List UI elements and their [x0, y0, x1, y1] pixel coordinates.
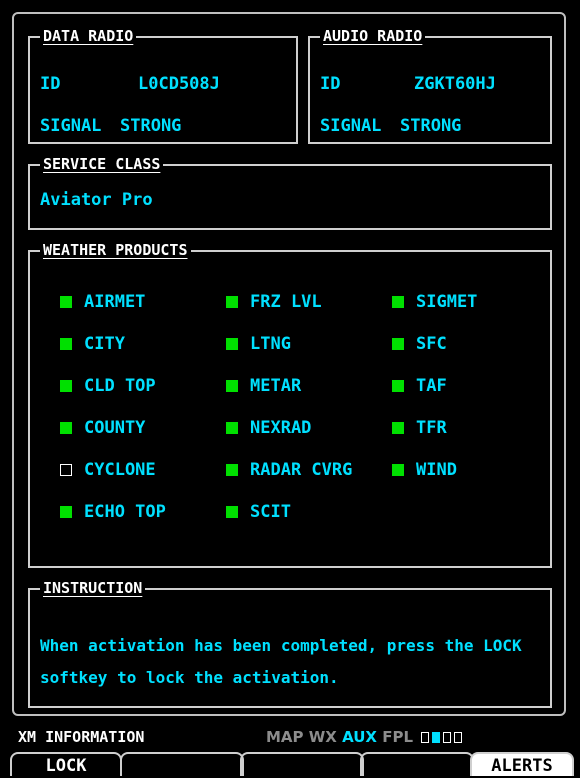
page-name: XM INFORMATION	[18, 728, 145, 746]
instruction-panel: INSTRUCTION When activation has been com…	[28, 578, 552, 708]
weather-product-item[interactable]: AIRMET	[60, 292, 145, 312]
audio-radio-id-label: ID	[320, 74, 341, 94]
weather-product-label: SFC	[416, 334, 447, 354]
service-class-value: Aviator Pro	[40, 190, 153, 210]
checked-box-icon	[60, 380, 72, 392]
weather-product-label: SCIT	[250, 502, 291, 522]
page-group-wx: WX	[308, 728, 343, 746]
checked-box-icon	[60, 338, 72, 350]
weather-product-label: COUNTY	[84, 418, 146, 438]
page-group-map: MAP	[266, 728, 309, 746]
audio-radio-title: AUDIO RADIO	[320, 26, 426, 46]
weather-product-label: TFR	[416, 418, 447, 438]
softkey-blank[interactable]	[360, 752, 474, 776]
page-group-fpl: FPL	[382, 728, 419, 746]
weather-product-item[interactable]: COUNTY	[60, 418, 145, 438]
data-radio-signal-label: SIGNAL	[40, 116, 102, 136]
weather-product-item[interactable]: FRZ LVL	[226, 292, 322, 312]
softkey-alerts[interactable]: ALERTS	[470, 752, 574, 776]
audio-radio-signal-label: SIGNAL	[320, 116, 382, 136]
weather-product-item[interactable]: NEXRAD	[226, 418, 311, 438]
checked-box-icon	[226, 506, 238, 518]
softkey-bar: LOCK ALERTS	[0, 752, 580, 776]
weather-product-item[interactable]: CITY	[60, 334, 125, 354]
page-group-indicator: MAP WX AUX FPL	[266, 728, 463, 746]
weather-product-item[interactable]: CYCLONE	[60, 460, 156, 480]
weather-product-item[interactable]: TFR	[392, 418, 447, 438]
page-indicator-box	[432, 732, 441, 743]
checked-box-icon	[392, 338, 404, 350]
checked-box-icon	[392, 380, 404, 392]
weather-product-item[interactable]: ECHO TOP	[60, 502, 166, 522]
checked-box-icon	[226, 422, 238, 434]
weather-product-item[interactable]: CLD TOP	[60, 376, 156, 396]
weather-product-item[interactable]: RADAR CVRG	[226, 460, 352, 480]
weather-product-label: AIRMET	[84, 292, 146, 312]
audio-radio-signal-value: STRONG	[400, 116, 462, 136]
checked-box-icon	[226, 464, 238, 476]
status-bar: XM INFORMATION MAP WX AUX FPL	[0, 726, 580, 750]
checked-box-icon	[226, 338, 238, 350]
softkey-blank[interactable]	[240, 752, 364, 776]
service-class-title: SERVICE CLASS	[40, 154, 164, 174]
instruction-text: When activation has been completed, pres…	[40, 636, 522, 687]
checked-box-icon	[60, 422, 72, 434]
data-radio-id-label: ID	[40, 74, 61, 94]
weather-product-label: RADAR CVRG	[250, 460, 353, 480]
weather-product-item[interactable]: METAR	[226, 376, 301, 396]
data-radio-panel: DATA RADIO ID L0CD508J SIGNAL STRONG	[28, 26, 298, 144]
page-indicator-box	[443, 732, 452, 743]
softkey-blank[interactable]	[120, 752, 244, 776]
weather-product-item[interactable]: LTNG	[226, 334, 291, 354]
weather-product-item[interactable]: WIND	[392, 460, 457, 480]
page-group-aux: AUX	[342, 728, 383, 746]
weather-product-label: FRZ LVL	[250, 292, 322, 312]
audio-radio-id-value: ZGKT60HJ	[414, 74, 496, 94]
data-radio-id-value: L0CD508J	[138, 74, 220, 94]
checked-box-icon	[60, 506, 72, 518]
weather-product-label: WIND	[416, 460, 457, 480]
checked-box-icon	[392, 296, 404, 308]
unchecked-box-icon	[60, 464, 72, 476]
page-indicator-box	[454, 732, 463, 743]
weather-product-label: NEXRAD	[250, 418, 312, 438]
weather-product-label: TAF	[416, 376, 447, 396]
weather-product-item[interactable]: SFC	[392, 334, 447, 354]
main-frame: DATA RADIO ID L0CD508J SIGNAL STRONG AUD…	[12, 12, 566, 716]
audio-radio-panel: AUDIO RADIO ID ZGKT60HJ SIGNAL STRONG	[308, 26, 552, 144]
weather-product-label: CITY	[84, 334, 125, 354]
service-class-panel: SERVICE CLASS Aviator Pro	[28, 154, 552, 230]
checked-box-icon	[60, 296, 72, 308]
checked-box-icon	[226, 380, 238, 392]
checked-box-icon	[226, 296, 238, 308]
page-indicator-box	[421, 732, 430, 743]
weather-product-label: CLD TOP	[84, 376, 156, 396]
checked-box-icon	[392, 422, 404, 434]
data-radio-title: DATA RADIO	[40, 26, 137, 46]
checked-box-icon	[392, 464, 404, 476]
weather-products-title: WEATHER PRODUCTS	[40, 240, 191, 260]
data-radio-signal-value: STRONG	[120, 116, 182, 136]
instruction-title: INSTRUCTION	[40, 578, 146, 598]
weather-product-label: CYCLONE	[84, 460, 156, 480]
weather-product-label: LTNG	[250, 334, 291, 354]
weather-products-panel: WEATHER PRODUCTS AIRMET FRZ LVL SIGMET CITY…	[28, 240, 552, 568]
weather-product-item[interactable]: SIGMET	[392, 292, 477, 312]
softkey-lock[interactable]: LOCK	[10, 752, 122, 776]
weather-product-item[interactable]: SCIT	[226, 502, 291, 522]
weather-product-label: SIGMET	[416, 292, 478, 312]
weather-product-label: ECHO TOP	[84, 502, 166, 522]
weather-product-item[interactable]: TAF	[392, 376, 447, 396]
weather-product-label: METAR	[250, 376, 302, 396]
